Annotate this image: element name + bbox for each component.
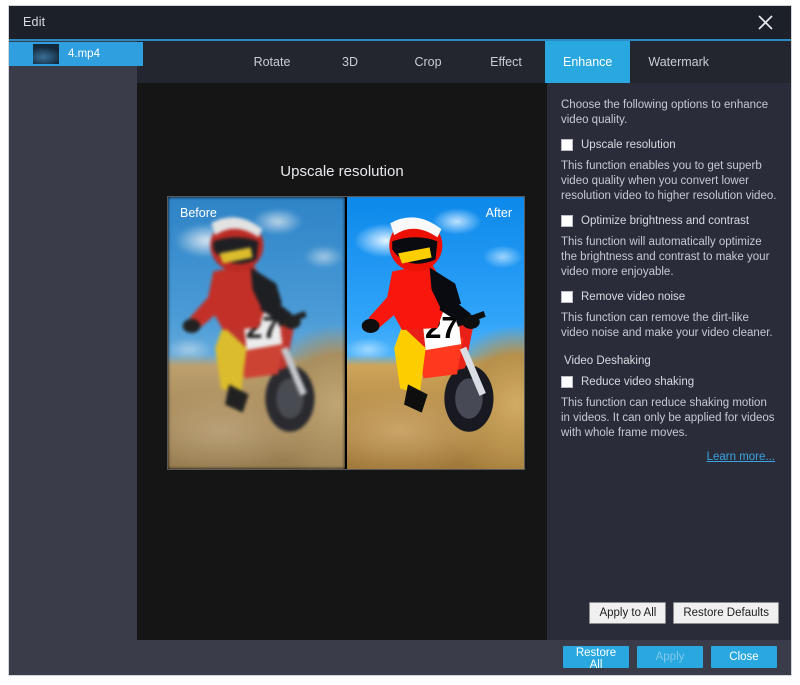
label-reduce-video-shaking: Reduce video shaking xyxy=(581,375,694,389)
enhance-options-panel: Choose the following options to enhance … xyxy=(547,83,791,642)
option-remove-video-noise[interactable]: Remove video noise xyxy=(561,290,777,304)
tab-3d[interactable]: 3D xyxy=(311,41,389,83)
checkbox-reduce-video-shaking[interactable] xyxy=(561,376,573,388)
preview-before-pane: 27 xyxy=(168,197,345,469)
apply-button[interactable]: Apply xyxy=(637,646,703,668)
tab-left-spacer xyxy=(137,41,233,83)
restore-defaults-button[interactable]: Restore Defaults xyxy=(673,602,779,624)
tab-watermark[interactable]: Watermark xyxy=(630,41,727,83)
section-video-deshaking: Video Deshaking xyxy=(564,355,777,367)
desc-reduce-video-shaking: This function can reduce shaking motion … xyxy=(561,396,777,441)
checkbox-remove-video-noise[interactable] xyxy=(561,291,573,303)
footer-action-buttons: Restore All Apply Close xyxy=(563,646,777,668)
checkbox-upscale-resolution[interactable] xyxy=(561,139,573,151)
tab-rotate[interactable]: Rotate xyxy=(233,41,311,83)
before-after-comparison: 27 xyxy=(167,196,525,470)
tab-enhance[interactable]: Enhance xyxy=(545,41,630,83)
restore-all-button[interactable]: Restore All xyxy=(563,646,629,668)
file-sidebar xyxy=(9,41,137,675)
preview-after-pane: 27 After xyxy=(345,197,524,469)
video-thumbnail-icon xyxy=(33,44,59,64)
close-button[interactable]: Close xyxy=(711,646,777,668)
panel-action-buttons: Apply to All Restore Defaults xyxy=(589,602,779,624)
file-name-label: 4.mp4 xyxy=(68,48,100,60)
preview-title: Upscale resolution xyxy=(137,163,547,180)
option-optimize-brightness-contrast[interactable]: Optimize brightness and contrast xyxy=(561,214,777,228)
before-rider-illustration: 27 xyxy=(168,197,345,469)
title-bar: Edit xyxy=(9,6,791,39)
desc-remove-video-noise: This function can remove the dirt-like v… xyxy=(561,311,777,341)
window-title: Edit xyxy=(23,15,45,29)
tab-crop[interactable]: Crop xyxy=(389,41,467,83)
option-reduce-video-shaking[interactable]: Reduce video shaking xyxy=(561,375,777,389)
tab-right-spacer xyxy=(727,41,791,83)
tab-effect[interactable]: Effect xyxy=(467,41,545,83)
edit-dialog-window: Edit Rotate 3D Crop Effect Enhance Water… xyxy=(8,5,792,676)
after-label: After xyxy=(486,206,512,220)
dialog-footer: Restore All Apply Close xyxy=(9,640,791,675)
label-upscale-resolution: Upscale resolution xyxy=(581,138,676,152)
options-intro: Choose the following options to enhance … xyxy=(561,98,777,128)
option-upscale-resolution[interactable]: Upscale resolution xyxy=(561,138,777,152)
learn-more-link[interactable]: Learn more... xyxy=(561,451,775,463)
apply-to-all-button[interactable]: Apply to All xyxy=(589,602,666,624)
file-list-item[interactable]: 4.mp4 xyxy=(9,42,143,66)
label-remove-video-noise: Remove video noise xyxy=(581,290,685,304)
checkbox-optimize-brightness-contrast[interactable] xyxy=(561,215,573,227)
label-optimize-brightness-contrast: Optimize brightness and contrast xyxy=(581,214,749,228)
desc-optimize-brightness-contrast: This function will automatically optimiz… xyxy=(561,235,777,280)
before-label: Before xyxy=(180,206,217,220)
tab-list: Rotate 3D Crop Effect Enhance Watermark xyxy=(137,41,791,83)
after-rider-illustration: 27 xyxy=(347,197,524,469)
close-icon[interactable] xyxy=(745,6,785,39)
preview-area: Upscale resolution 27 xyxy=(137,83,547,642)
desc-upscale-resolution: This function enables you to get superb … xyxy=(561,159,777,204)
